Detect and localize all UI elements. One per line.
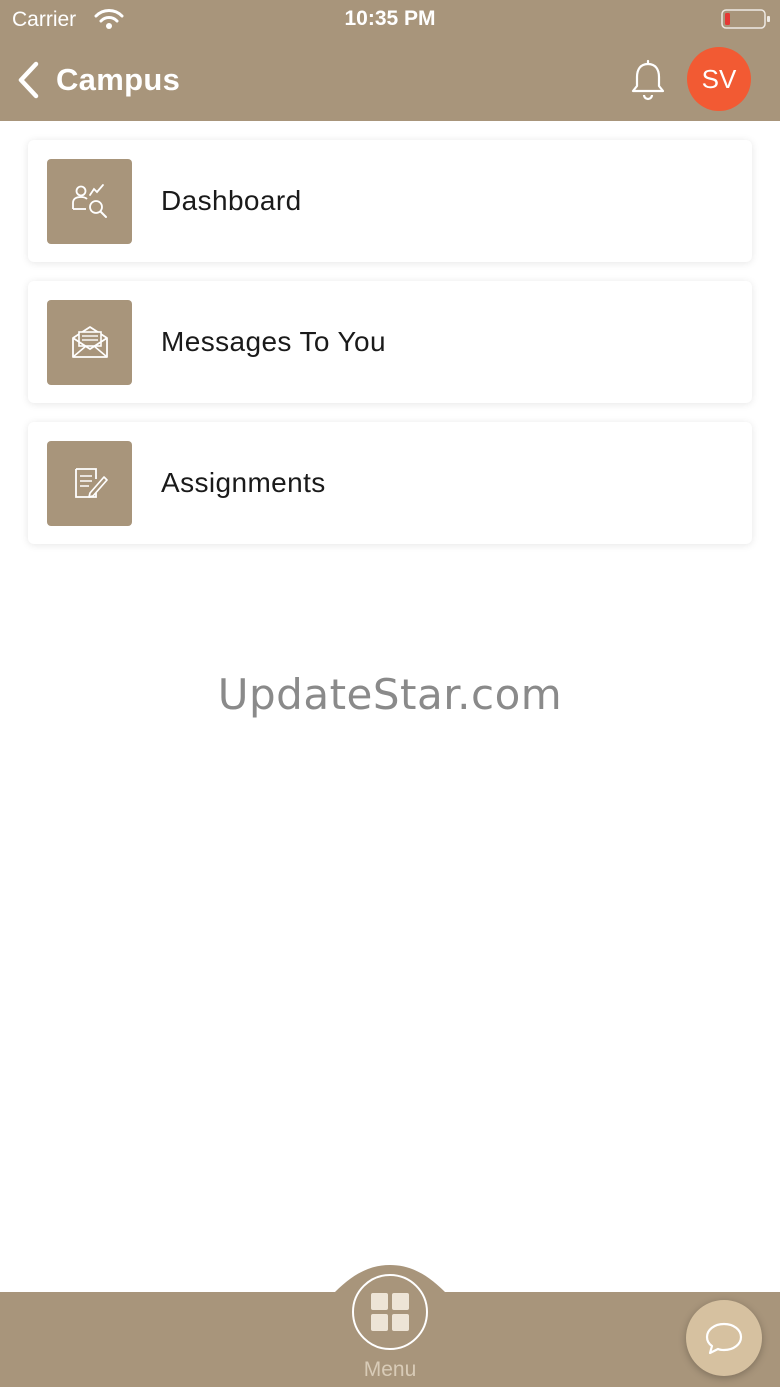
menu-item-assignments[interactable]: Assignments: [28, 422, 752, 544]
avatar-initials: SV: [701, 63, 737, 94]
menu-item-label: Messages To You: [161, 326, 386, 357]
envelope-open-icon: [47, 299, 132, 385]
menu-item-label: Assignments: [161, 467, 326, 498]
battery-low-icon: [721, 9, 770, 29]
status-time: 10:35 PM: [344, 7, 436, 30]
chat-bubble-icon: [705, 1322, 743, 1355]
bottom-tab-bar: Menu: [0, 1264, 780, 1387]
status-bar: Carrier 10:35 PM: [0, 0, 780, 40]
chat-button[interactable]: [686, 1300, 762, 1376]
grid-icon: [371, 1293, 409, 1331]
navigation-bar: Campus SV: [0, 44, 780, 114]
app-header: Carrier 10:35 PM Campus SV: [0, 0, 780, 121]
menu-button[interactable]: [352, 1274, 428, 1350]
menu-item-dashboard[interactable]: Dashboard: [28, 140, 752, 262]
menu-label: Menu: [363, 1358, 417, 1381]
user-search-icon: [47, 158, 132, 244]
chevron-left-icon: [18, 61, 39, 99]
watermark-text: UpdateStar.com: [217, 670, 563, 719]
menu-list: Dashboard Messages To You Assignments: [28, 140, 752, 563]
back-button[interactable]: Campus: [14, 58, 180, 102]
bell-icon[interactable]: [628, 58, 668, 102]
menu-item-label: Dashboard: [161, 185, 302, 216]
page-title: Campus: [56, 62, 181, 97]
avatar[interactable]: SV: [687, 47, 751, 111]
menu-item-messages[interactable]: Messages To You: [28, 281, 752, 403]
document-edit-icon: [47, 440, 132, 526]
